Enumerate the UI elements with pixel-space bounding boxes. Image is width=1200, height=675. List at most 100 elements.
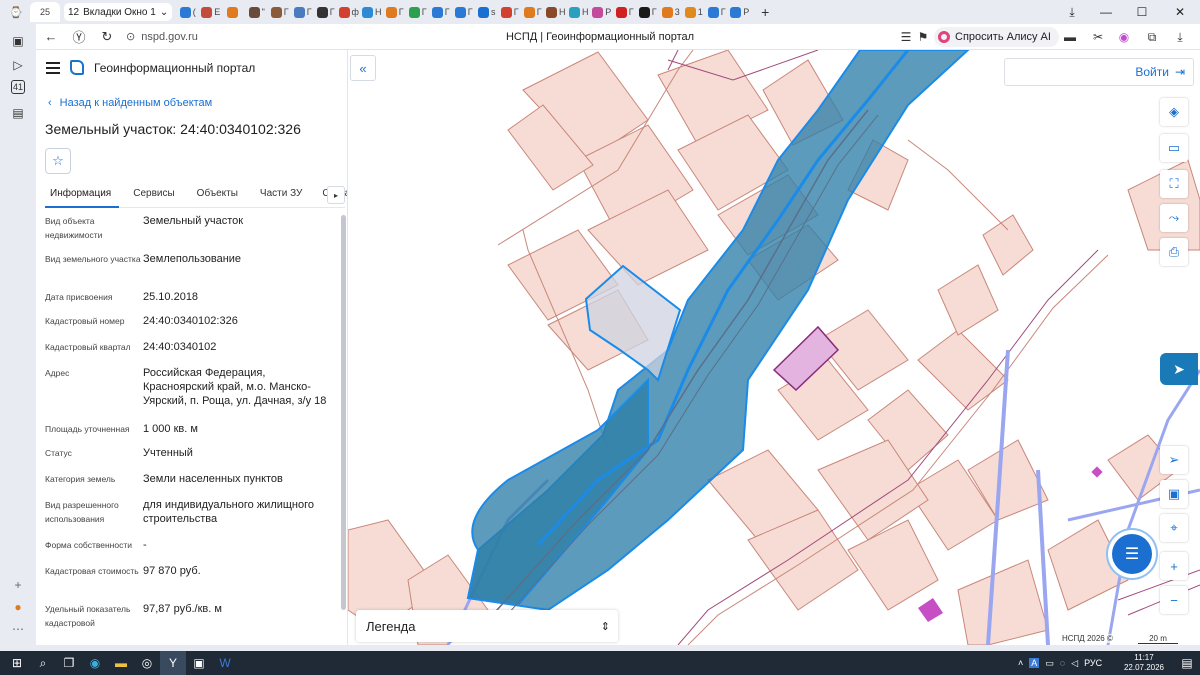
browser-tab[interactable]: ( [176,2,199,22]
browser-tab[interactable]: ф [337,2,360,22]
tab-information[interactable]: Информация [45,182,120,208]
add-panel-icon[interactable]: + [9,576,27,594]
browser-tab[interactable]: Г [452,2,475,22]
field-label: Площадь уточненная [45,424,130,434]
side-widget-button[interactable]: ➤ [1160,353,1198,385]
tabs-scroll-right-button[interactable]: ▸ [327,186,345,204]
menu-icon[interactable] [46,61,60,74]
notifications-icon[interactable]: ▤ [1174,651,1200,675]
collections-icon[interactable]: ▣ [9,32,27,50]
layers-button[interactable]: ◈ [1160,98,1188,126]
yandex-browser-icon[interactable]: Y [160,651,186,675]
maximize-icon[interactable]: ☐ [1124,0,1160,24]
word-icon[interactable]: W [212,651,238,675]
bookmark-icon[interactable]: ⚑ [915,29,931,45]
system-tray: ˄ A ▭ ◌ ◁ РУС [1018,651,1102,675]
ruler-button[interactable]: ▭ [1160,134,1188,162]
history-icon[interactable]: ⌚ [8,4,24,20]
geolocation-button[interactable]: ➢ [1160,446,1188,474]
browser-tab[interactable]: Г [406,2,429,22]
extensions-icon[interactable]: ⧉ [1144,29,1160,45]
browser-tab[interactable]: Р [728,2,751,22]
chat-button[interactable]: ☰ [1112,534,1152,574]
browser-tab[interactable]: Н [360,2,383,22]
print-button[interactable]: ⎙ [1160,238,1188,266]
start-icon[interactable]: ⊞ [4,651,30,675]
legend-dropdown[interactable]: Легенда ⇕ [356,610,618,642]
yandex-icon[interactable]: Ⓨ [68,26,90,48]
tab-parcel-parts[interactable]: Части ЗУ [246,182,310,208]
tab-objects[interactable]: Объекты [183,182,246,208]
toggle-icon[interactable]: ▬ [1062,29,1078,45]
browser-tab[interactable]: 1 [682,2,705,22]
browser-tab[interactable]: Н [567,2,590,22]
calendar-icon[interactable]: 41 [11,80,25,94]
site-info-icon[interactable]: ⊙ [126,30,135,43]
favorite-button[interactable]: ☆ [45,148,71,174]
back-arrow-icon[interactable]: ← [40,26,62,48]
browser-tab[interactable]: Н [544,2,567,22]
play-icon[interactable]: ▷ [9,56,27,74]
share-button[interactable]: ⤳ [1160,204,1188,232]
keyboard-icon[interactable]: A [1029,658,1040,668]
tab-counter[interactable]: 25 [30,2,60,22]
volume-icon[interactable]: ◁ [1071,658,1078,669]
map-view[interactable]: « Войти ⇥ ◈ ▭ ⛶ ⤳ ⎙ ➤ ➢ ▣ ⌖ + − ☰ Легенд… [348,50,1200,645]
location-search-button[interactable]: ⌖ [1160,514,1188,542]
browser-tab[interactable]: Г [314,2,337,22]
downloads-icon[interactable]: ⤓ [1172,29,1188,45]
info-row: Вид разрешенного использования для индиви… [45,494,335,534]
search-icon[interactable]: ⌕ [30,651,56,675]
tab-group[interactable]: 12 Вкладки Окно 1 ⌄ [64,3,173,21]
browser-tab[interactable]: s [475,2,498,22]
collapse-panel-button[interactable]: « [350,55,376,81]
clock[interactable]: 11:17 22.07.2026 [1122,653,1166,673]
browser-tab[interactable] [222,2,245,22]
edge-icon[interactable]: ◉ [82,651,108,675]
browser-tab[interactable]: 3 [659,2,682,22]
browser-tab[interactable]: Г [429,2,452,22]
browser-tab[interactable]: E [199,2,222,22]
zoom-out-button[interactable]: − [1160,586,1188,614]
tab-services[interactable]: Сервисы [119,182,182,208]
browser-tab[interactable]: Г [291,2,314,22]
language-indicator[interactable]: РУС [1084,658,1102,668]
browser-tab[interactable]: Г [636,2,659,22]
browser-tab[interactable]: " [245,2,268,22]
orange-app-icon[interactable]: ● [9,598,27,616]
browser-tab[interactable]: Г [268,2,291,22]
alice-button[interactable]: Спросить Алису AI [934,27,1059,47]
new-tab-icon[interactable]: + [757,4,773,20]
media-icon[interactable]: ▣ [186,651,212,675]
back-to-results-link[interactable]: ‹ Назад к найденным объектам [48,97,212,109]
reload-icon[interactable]: ↻ [96,26,118,48]
minimize-icon[interactable]: — [1088,0,1124,24]
extension-tools-icon[interactable]: ✂ [1090,29,1106,45]
browser-tab[interactable]: Г [383,2,406,22]
network-icon[interactable]: ▭ [1045,658,1054,669]
select-area-button[interactable]: ⛶ [1160,170,1188,198]
cadastral-map[interactable] [348,50,1200,645]
task-view-icon[interactable]: ❐ [56,651,82,675]
print-icon: ⎙ [1168,244,1180,259]
wifi-icon[interactable]: ◌ [1060,658,1065,668]
download-icon[interactable]: ⤓ [1054,0,1090,24]
browser-tab[interactable]: Г [498,2,521,22]
more-icon[interactable]: ⋯ [9,620,27,638]
file-explorer-icon[interactable]: ▬ [108,651,134,675]
zoom-in-button[interactable]: + [1160,552,1188,580]
close-icon[interactable]: ✕ [1162,0,1198,24]
extension-circle-icon[interactable]: ◉ [1116,29,1132,45]
login-button[interactable]: Войти ⇥ [1004,58,1194,86]
browser-tab[interactable]: Г [613,2,636,22]
browser-tab[interactable]: Г [521,2,544,22]
url-text[interactable]: nspd.gov.ru [141,31,198,43]
screenshot-icon[interactable]: ▤ [9,104,27,122]
chrome-icon[interactable]: ◎ [134,651,160,675]
browser-tab[interactable]: Р [590,2,613,22]
minimap-button[interactable]: ▣ [1160,480,1188,508]
panel-scrollbar[interactable] [341,215,346,610]
chevron-up-icon[interactable]: ˄ [1018,658,1023,668]
browser-tab[interactable]: Г [705,2,728,22]
bookmarks-icon[interactable]: ☰ [898,29,914,45]
